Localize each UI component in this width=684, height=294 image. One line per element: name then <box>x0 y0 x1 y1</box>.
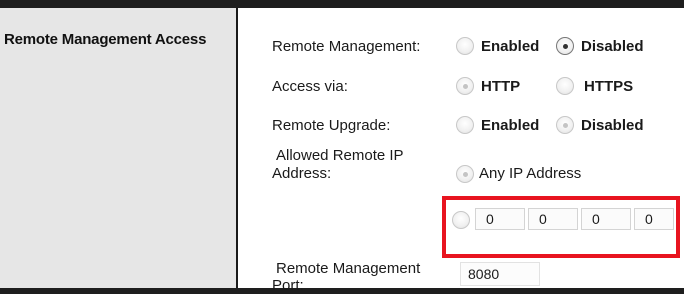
remote-management-enabled-radio[interactable] <box>456 37 474 55</box>
access-via-https-label[interactable]: HTTPS <box>584 78 633 95</box>
panel-divider <box>236 8 250 288</box>
access-via-https-radio[interactable] <box>556 77 574 95</box>
any-ip-label[interactable]: Any IP Address <box>479 165 581 182</box>
remote-upgrade-enabled-label[interactable]: Enabled <box>481 117 539 134</box>
router-settings-panel: Remote Management Access Remote Manageme… <box>0 8 684 294</box>
ip-range-highlight-box <box>442 196 680 258</box>
port-label-line2: Port: <box>272 277 304 294</box>
remote-upgrade-label: Remote Upgrade: <box>272 117 391 134</box>
radio-selected-dot-icon <box>563 123 568 128</box>
remote-upgrade-enabled-radio[interactable] <box>456 116 474 134</box>
remote-management-disabled-radio[interactable] <box>556 37 574 55</box>
any-ip-radio[interactable] <box>456 165 474 183</box>
remote-management-label: Remote Management: <box>272 38 421 55</box>
allowed-ip-label-line2: Address: <box>272 165 332 182</box>
remote-upgrade-disabled-label[interactable]: Disabled <box>581 117 644 134</box>
access-via-http-radio[interactable] <box>456 77 474 95</box>
remote-management-disabled-label[interactable]: Disabled <box>581 38 644 55</box>
remote-upgrade-disabled-radio[interactable] <box>556 116 574 134</box>
port-label-line1: Remote Management <box>276 260 421 277</box>
access-via-http-label[interactable]: HTTP <box>481 78 520 95</box>
sidebar: Remote Management Access <box>0 8 237 288</box>
remote-management-enabled-label[interactable]: Enabled <box>481 38 539 55</box>
section-title: Remote Management Access <box>4 31 207 48</box>
allowed-ip-label-line1: Allowed Remote IP <box>276 147 404 164</box>
port-input[interactable]: 8080 <box>460 262 540 286</box>
radio-selected-dot-icon <box>463 84 468 89</box>
access-via-label: Access via: <box>272 78 348 95</box>
radio-selected-dot-icon <box>463 172 468 177</box>
radio-selected-dot-icon <box>563 44 568 49</box>
